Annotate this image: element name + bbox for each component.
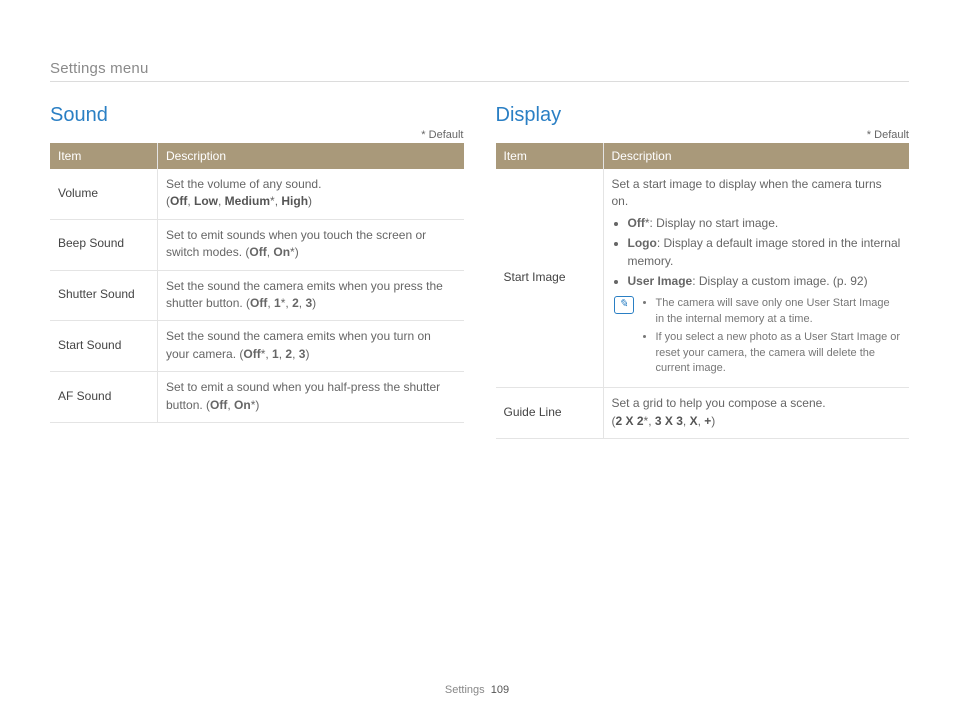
sound-table: Item Description Volume Set the volume o… xyxy=(50,143,464,423)
col-item: Item xyxy=(496,143,604,169)
note-list: The camera will save only one User Start… xyxy=(642,296,902,379)
table-row: Shutter Sound Set the sound the camera e… xyxy=(50,270,464,321)
table-row: Start Image Set a start image to display… xyxy=(496,169,910,388)
table-row: Guide Line Set a grid to help you compos… xyxy=(496,388,910,439)
table-row: Beep Sound Set to emit sounds when you t… xyxy=(50,219,464,270)
row-start-desc: Set the sound the camera emits when you … xyxy=(158,321,464,372)
row-startimage-desc: Set a start image to display when the ca… xyxy=(603,169,909,388)
display-section: Display * Default Item Description Start… xyxy=(496,100,910,439)
col-description: Description xyxy=(603,143,909,169)
page-footer: Settings 109 xyxy=(50,684,904,696)
default-label: * Default xyxy=(50,129,464,141)
row-shutter-item: Shutter Sound xyxy=(50,270,158,321)
table-row: AF Sound Set to emit a sound when you ha… xyxy=(50,372,464,423)
note-item: The camera will save only one User Start… xyxy=(656,296,902,327)
note-item: If you select a new photo as a User Star… xyxy=(656,330,902,376)
page: Settings menu Sound * Default Item Descr… xyxy=(0,0,954,720)
default-label: * Default xyxy=(496,129,910,141)
display-title: Display xyxy=(496,104,910,127)
breadcrumb: Settings menu xyxy=(50,60,909,77)
content-columns: Sound * Default Item Description Volume … xyxy=(50,100,909,439)
divider xyxy=(50,81,909,82)
row-start-item: Start Sound xyxy=(50,321,158,372)
startimage-options: Off*: Display no start image. Logo: Disp… xyxy=(612,215,902,291)
opt-off: Off*: Display no start image. xyxy=(628,215,902,232)
note-icon: ✎ xyxy=(614,296,634,314)
page-number: 109 xyxy=(491,684,509,696)
col-description: Description xyxy=(158,143,464,169)
row-startimage-item: Start Image xyxy=(496,169,604,388)
col-item: Item xyxy=(50,143,158,169)
note-block: ✎ The camera will save only one User Sta… xyxy=(612,296,902,379)
sound-section: Sound * Default Item Description Volume … xyxy=(50,100,464,439)
opt-userimage: User Image: Display a custom image. (p. … xyxy=(628,273,902,290)
row-af-item: AF Sound xyxy=(50,372,158,423)
row-volume-item: Volume xyxy=(50,169,158,219)
row-volume-desc: Set the volume of any sound. (Off, Low, … xyxy=(158,169,464,219)
table-row: Start Sound Set the sound the camera emi… xyxy=(50,321,464,372)
footer-section: Settings xyxy=(445,684,485,696)
row-shutter-desc: Set the sound the camera emits when you … xyxy=(158,270,464,321)
row-guideline-desc: Set a grid to help you compose a scene. … xyxy=(603,388,909,439)
row-beep-desc: Set to emit sounds when you touch the sc… xyxy=(158,219,464,270)
row-af-desc: Set to emit a sound when you half-press … xyxy=(158,372,464,423)
display-table: Item Description Start Image Set a start… xyxy=(496,143,910,439)
table-row: Volume Set the volume of any sound. (Off… xyxy=(50,169,464,219)
row-beep-item: Beep Sound xyxy=(50,219,158,270)
row-guideline-item: Guide Line xyxy=(496,388,604,439)
sound-title: Sound xyxy=(50,104,464,127)
opt-logo: Logo: Display a default image stored in … xyxy=(628,235,902,270)
